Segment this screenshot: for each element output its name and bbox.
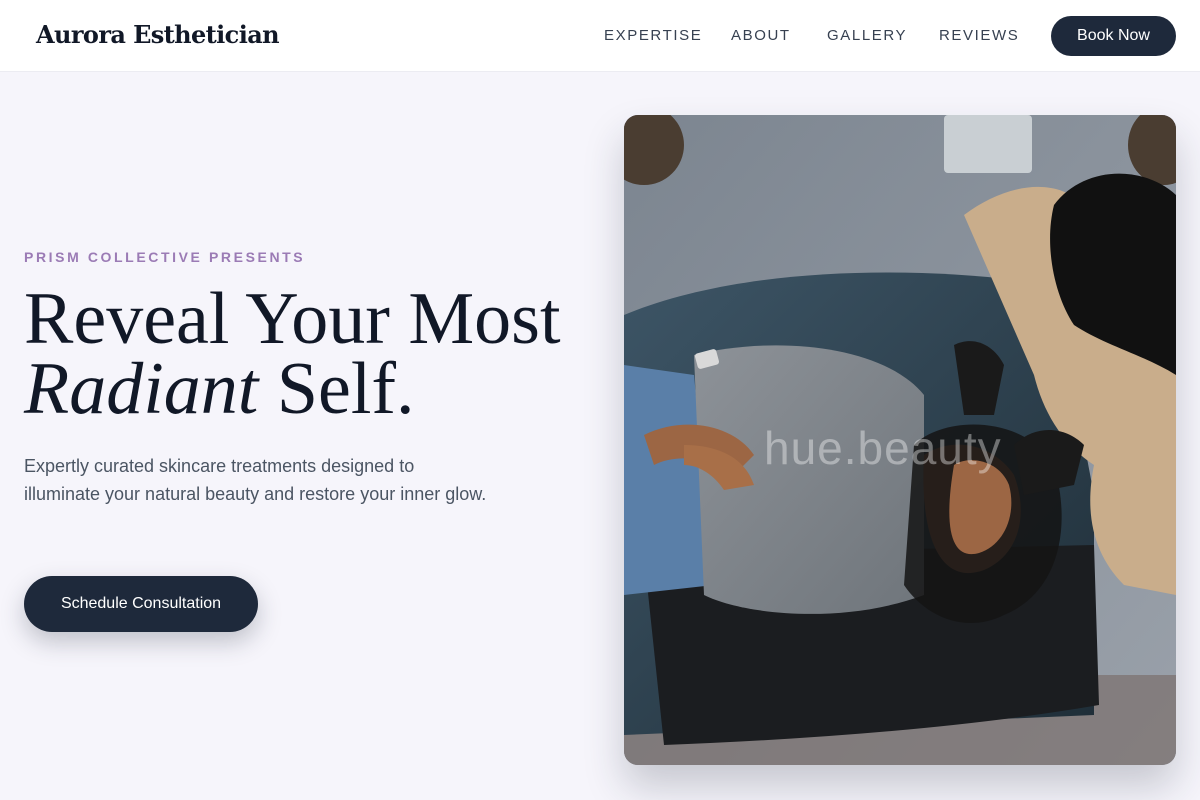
image-watermark: hue.beauty [764,422,1002,474]
nav-link-reviews[interactable]: REVIEWS [939,27,1019,44]
schedule-consultation-button[interactable]: Schedule Consultation [24,576,258,632]
hero-image: hue.beauty [624,115,1176,765]
nav-link-gallery[interactable]: GALLERY [827,27,907,44]
nav-link-expertise[interactable]: EXPERTISE [604,27,702,44]
hero-eyebrow: PRISM COLLECTIVE PRESENTS [24,249,306,265]
hero-headline: Reveal Your Most Radiant Self. [24,282,604,426]
brand-logo[interactable]: Aurora Esthetician [36,20,280,49]
headline-italic: Radiant [24,348,259,430]
hero-subtext: Expertly curated skincare treatments des… [24,456,487,504]
headline-rest: Self. [258,348,415,430]
nav-link-about[interactable]: ABOUT [731,27,791,44]
book-now-button[interactable]: Book Now [1051,16,1176,56]
site-header: Aurora Esthetician EXPERTISE ABOUT GALLE… [0,0,1200,72]
